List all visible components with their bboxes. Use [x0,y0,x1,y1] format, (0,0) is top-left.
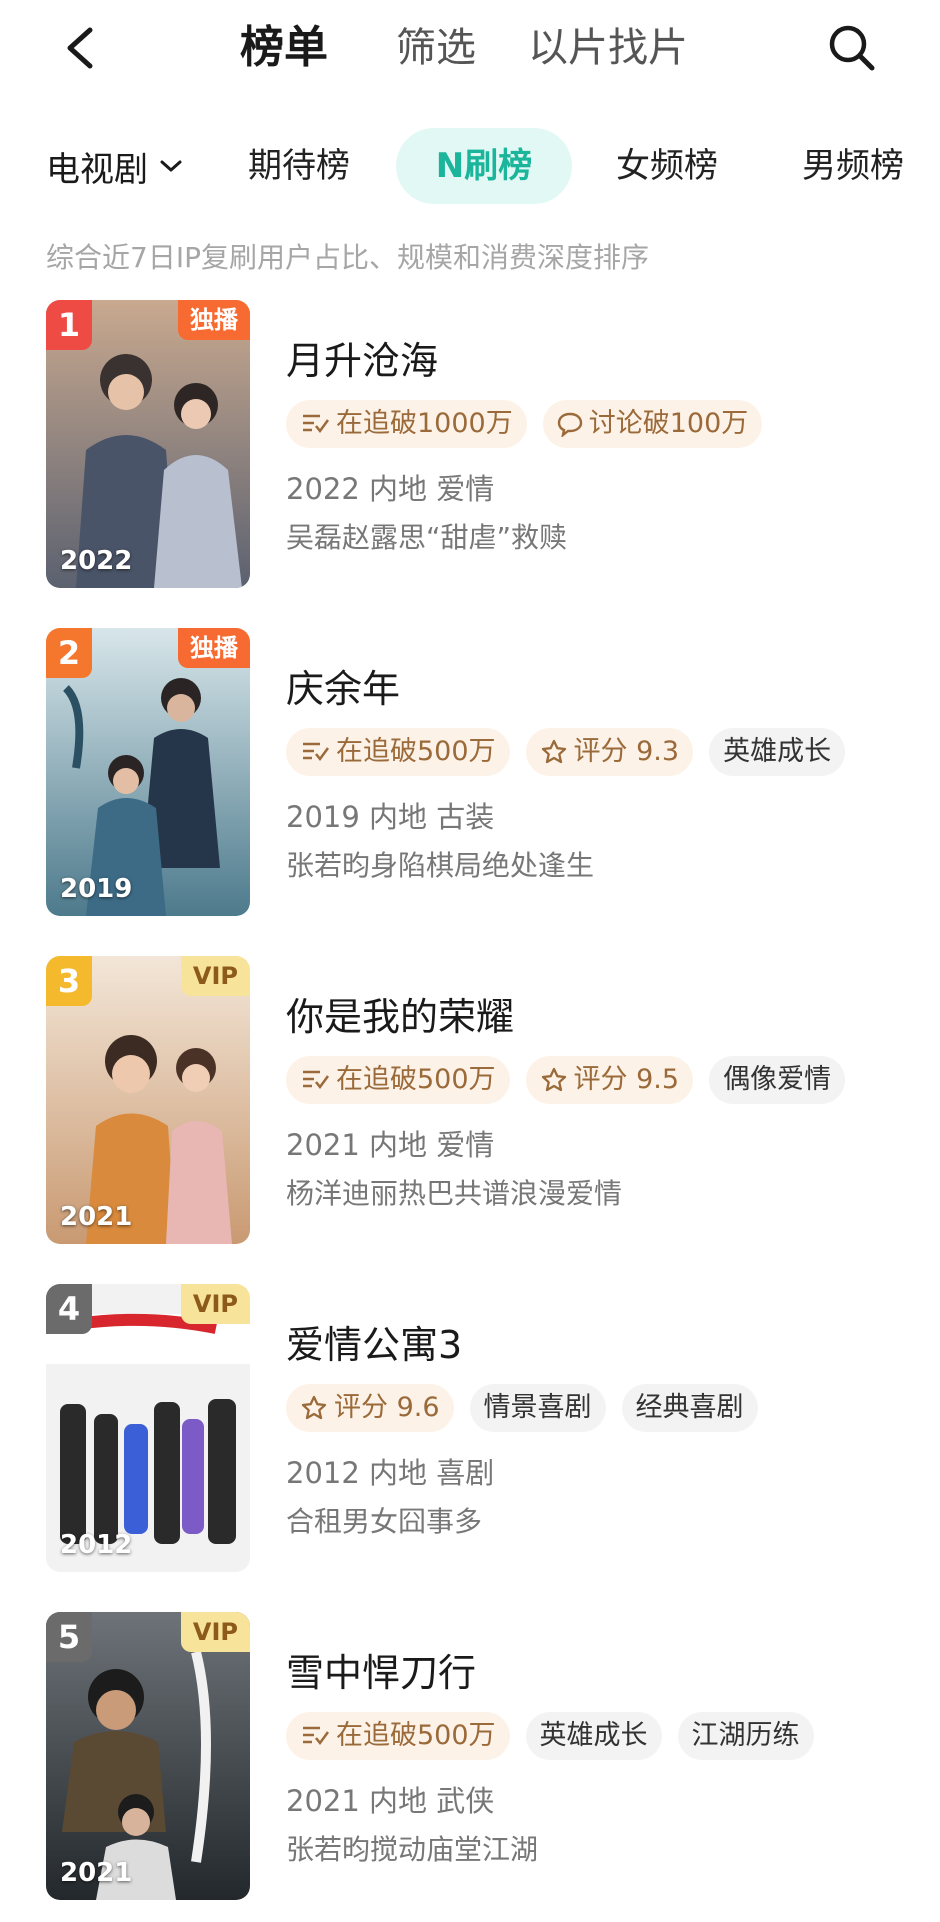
list-icon [303,1070,330,1090]
tag-list: 在追破500万 评分 9.5 偶像爱情 [286,1056,846,1104]
poster[interactable]: 4 VIP 2012 [46,1284,250,1572]
list-icon [303,1726,330,1746]
poster-year: 2012 [60,1530,133,1560]
tag: 江湖历练 [677,1712,814,1760]
vip-badge: VIP [180,1284,250,1324]
tag-label: 偶像爱情 [723,1064,832,1095]
back-button[interactable] [48,16,112,80]
tag: 英雄成长 [709,728,846,776]
ranking-description: 综合近7日IP复刷用户占比、规模和消费深度排序 [46,241,649,274]
poster[interactable]: 2 独播 2019 [46,628,250,916]
rank-badge: 1 [46,300,92,350]
subtab-female[interactable]: 女频榜 [616,128,718,204]
star-icon [301,1395,327,1420]
exclusive-badge: 独播 [178,300,250,340]
tag-label: 情景喜剧 [483,1392,592,1423]
poster-year: 2022 [60,546,133,576]
tag: 在追破500万 [286,1712,510,1760]
tag-label: 在追破500万 [336,1720,496,1751]
chevron-left-icon [67,27,93,69]
list-item[interactable]: 4 VIP 2012 爱情公寓3 评分 9.6 情景喜剧 经典喜剧 2012 内… [46,1284,906,1574]
rank-badge: 3 [46,956,92,1006]
show-subtitle: 吴磊赵露思“甜虐”救赎 [286,521,568,554]
tag: 情景喜剧 [469,1384,606,1432]
tag: 评分 9.6 [286,1384,454,1432]
list-item[interactable]: 1 独播 2022 月升沧海 在追破1000万 讨论破100万 2022 内地 … [46,300,906,590]
show-meta: 2022 内地 爱情 [286,472,495,506]
exclusive-badge: 独播 [178,628,250,668]
tag: 讨论破100万 [542,400,763,448]
show-meta: 2021 内地 爱情 [286,1128,495,1162]
show-subtitle: 张若昀身陷棋局绝处逢生 [286,849,595,882]
show-subtitle: 杨洋迪丽热巴共谱浪漫爱情 [286,1177,623,1210]
tag-label: 经典喜剧 [635,1392,744,1423]
list-item[interactable]: 3 VIP 2021 你是我的荣耀 在追破500万 评分 9.5 偶像爱情 20… [46,956,906,1246]
vip-badge: VIP [180,1612,250,1652]
subtab-male[interactable]: 男频榜 [802,128,904,204]
top-nav: 榜单 筛选 以片找片 [0,0,940,100]
search-icon [829,25,875,71]
tag-list: 评分 9.6 情景喜剧 经典喜剧 [286,1384,758,1432]
poster-year: 2021 [60,1202,133,1232]
poster-year: 2019 [60,874,133,904]
show-title[interactable]: 爱情公寓3 [286,1314,462,1369]
rank-badge: 4 [46,1284,92,1334]
tag-list: 在追破1000万 讨论破100万 [286,400,763,448]
tag-list: 在追破500万 英雄成长 江湖历练 [286,1712,814,1760]
poster[interactable]: 5 VIP 2021 [46,1612,250,1900]
tag-label: 评分 9.3 [573,736,680,767]
tag: 在追破500万 [286,728,510,776]
tag-label: 江湖历练 [691,1720,800,1751]
search-button[interactable] [818,14,886,82]
rank-badge: 5 [46,1612,92,1662]
tag-list: 在追破500万 评分 9.3 英雄成长 [286,728,846,776]
comment-icon [557,412,582,437]
subtab-anticipated[interactable]: 期待榜 [248,128,350,204]
chevron-down-icon [160,160,182,172]
tag-label: 在追破500万 [336,1064,496,1095]
show-meta: 2012 内地 喜剧 [286,1456,495,1490]
tag-label: 英雄成长 [723,736,832,767]
list-item[interactable]: 5 VIP 2021 雪中悍刀行 在追破500万 英雄成长 江湖历练 2021 … [46,1612,906,1902]
tag-label: 英雄成长 [539,1720,648,1751]
show-title[interactable]: 你是我的荣耀 [286,986,514,1041]
tab-ranking[interactable]: 榜单 [240,20,328,76]
tab-filter[interactable]: 筛选 [396,20,476,76]
show-subtitle: 张若昀搅动庙堂江湖 [286,1833,539,1866]
tag-label: 评分 9.5 [573,1064,680,1095]
tab-find-by-show[interactable]: 以片找片 [528,20,688,76]
poster-year: 2021 [60,1858,133,1888]
show-title[interactable]: 庆余年 [286,658,400,713]
tag: 评分 9.5 [525,1056,694,1104]
tag: 偶像爱情 [709,1056,846,1104]
tag: 评分 9.3 [525,728,694,776]
star-icon [541,739,566,764]
show-subtitle: 合租男女囧事多 [286,1505,483,1538]
show-meta: 2019 内地 古装 [286,800,495,834]
list-icon [303,414,330,434]
show-title[interactable]: 月升沧海 [286,330,438,385]
tag: 经典喜剧 [621,1384,758,1432]
rank-badge: 2 [46,628,92,678]
show-meta: 2021 内地 武侠 [286,1784,495,1818]
category-label: 电视剧 [46,149,148,190]
list-icon [303,742,330,762]
ranking-subtabs: 电视剧 期待榜 N刷榜 女频榜 男频榜 [0,128,940,204]
category-dropdown[interactable]: 电视剧 [46,128,184,204]
tag: 英雄成长 [525,1712,662,1760]
tag: 在追破1000万 [286,400,527,448]
tag: 在追破500万 [286,1056,510,1104]
show-title[interactable]: 雪中悍刀行 [286,1642,476,1697]
vip-badge: VIP [180,956,250,996]
subtab-rewatch[interactable]: N刷榜 [396,128,572,204]
tag-label: 在追破500万 [336,736,496,767]
tag-label: 评分 9.6 [334,1392,440,1423]
poster[interactable]: 1 独播 2022 [46,300,250,588]
list-item[interactable]: 2 独播 2019 庆余年 在追破500万 评分 9.3 英雄成长 2019 内… [46,628,906,918]
star-icon [541,1067,566,1092]
tag-label: 讨论破100万 [588,408,749,439]
poster[interactable]: 3 VIP 2021 [46,956,250,1244]
tag-label: 在追破1000万 [336,408,513,439]
